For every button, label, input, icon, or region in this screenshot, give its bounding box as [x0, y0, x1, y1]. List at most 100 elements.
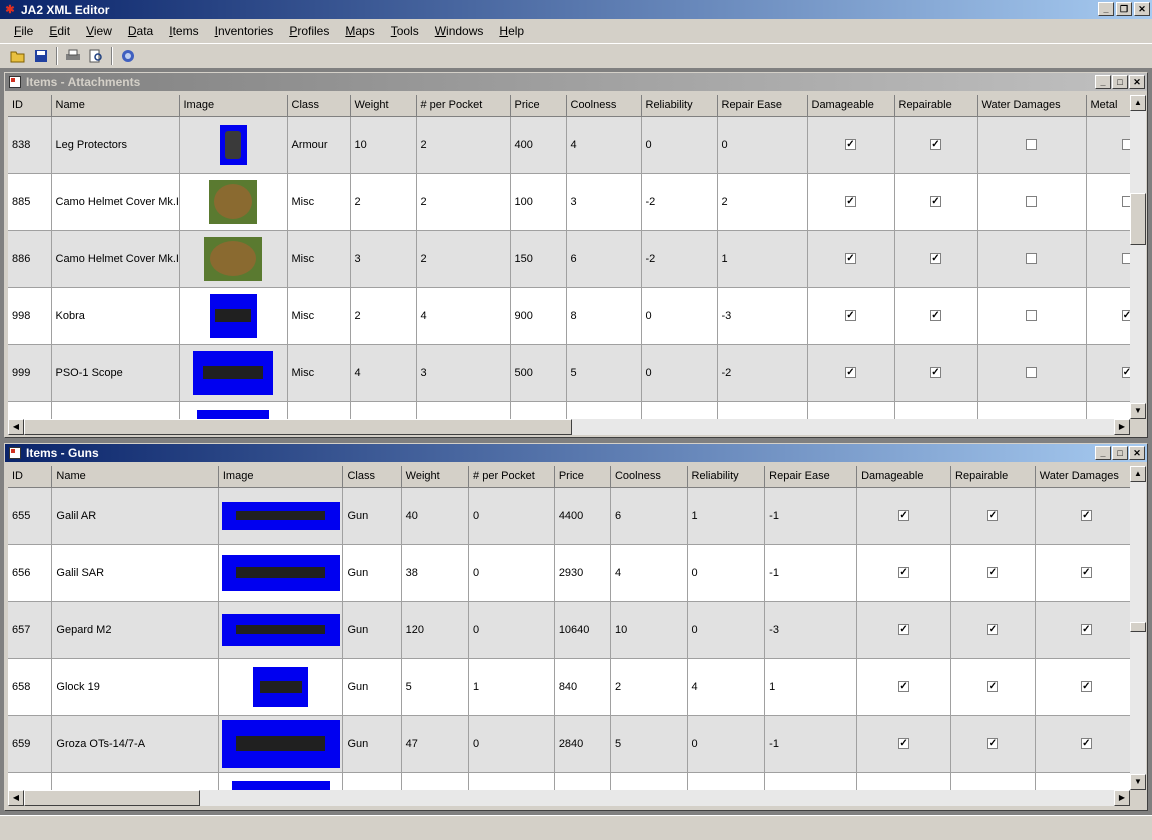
attachments-maximize-button[interactable]: □	[1112, 75, 1128, 89]
cell-class[interactable]: Misc	[287, 230, 351, 288]
column-header[interactable]: # per Pocket	[468, 466, 555, 488]
checked-checkbox[interactable]	[898, 738, 910, 750]
water-checkbox-cell[interactable]	[977, 344, 1087, 402]
empty-cell[interactable]	[218, 772, 344, 790]
cell-cool[interactable]: 5	[566, 344, 642, 402]
close-button[interactable]: ✕	[1134, 2, 1150, 16]
menu-data[interactable]: Data	[120, 24, 161, 38]
cell-id[interactable]: 999	[8, 344, 52, 402]
scroll-up-icon[interactable]: ▲	[1130, 95, 1146, 111]
dmg-checkbox-cell[interactable]	[856, 544, 952, 602]
unchecked-checkbox[interactable]	[1026, 367, 1037, 379]
dmg-checkbox-cell[interactable]	[807, 287, 895, 345]
cell-pocket[interactable]: 4	[416, 287, 511, 345]
empty-cell[interactable]	[1035, 772, 1130, 790]
save-icon[interactable]	[31, 46, 51, 66]
cell-id[interactable]: 998	[8, 287, 52, 345]
cell-price[interactable]: 10640	[554, 601, 611, 659]
scroll-right-icon[interactable]: ▶	[1114, 790, 1130, 806]
column-header[interactable]: Reliability	[687, 466, 766, 488]
unchecked-checkbox[interactable]	[1026, 139, 1037, 151]
checked-checkbox[interactable]	[898, 510, 910, 522]
cell-weight[interactable]: 47	[401, 715, 470, 773]
checked-checkbox[interactable]	[930, 367, 941, 379]
attachments-grid[interactable]: ID Name Image Class Weight # per Pocket Price C…	[8, 95, 1130, 419]
dmg-checkbox-cell[interactable]	[856, 487, 952, 545]
item-image[interactable]	[218, 658, 344, 716]
guns-maximize-button[interactable]: □	[1112, 446, 1128, 460]
empty-cell[interactable]	[8, 772, 53, 790]
guns-window-titlebar[interactable]: Items - Guns _ □ ✕	[5, 444, 1147, 462]
cell-id[interactable]: 838	[8, 116, 52, 174]
column-header[interactable]: Coolness	[566, 95, 642, 117]
cell-rep[interactable]: -2	[717, 344, 808, 402]
dmg-checkbox-cell[interactable]	[807, 173, 895, 231]
empty-cell[interactable]	[950, 772, 1036, 790]
column-header[interactable]: Image	[179, 95, 288, 117]
item-image[interactable]	[218, 601, 344, 659]
dmg-checkbox-cell[interactable]	[856, 601, 952, 659]
repair-checkbox-cell[interactable]	[894, 344, 978, 402]
metal-checkbox-cell[interactable]	[1086, 230, 1130, 288]
unchecked-checkbox[interactable]	[1026, 253, 1037, 265]
empty-cell[interactable]	[566, 401, 642, 419]
checked-checkbox[interactable]	[930, 310, 941, 322]
item-image[interactable]	[218, 715, 344, 773]
cell-id[interactable]: 656	[8, 544, 53, 602]
menu-profiles[interactable]: Profiles	[281, 24, 337, 38]
checked-checkbox[interactable]	[1080, 681, 1092, 693]
unchecked-checkbox[interactable]	[1026, 196, 1037, 208]
cell-rep[interactable]: -1	[764, 487, 858, 545]
cell-weight[interactable]: 40	[401, 487, 470, 545]
table-row[interactable]: 655 Galil AR Gun 40 0 4400 6 1 -1	[8, 487, 1130, 545]
water-checkbox-cell[interactable]	[1035, 487, 1130, 545]
scroll-down-icon[interactable]: ▼	[1130, 774, 1146, 790]
item-image[interactable]	[179, 173, 288, 231]
checked-checkbox[interactable]	[845, 196, 856, 208]
guns-grid[interactable]: ID Name Image Class Weight # per Pocket Price C…	[8, 466, 1130, 790]
scroll-left-icon[interactable]: ◀	[8, 790, 24, 806]
column-header[interactable]: ID	[8, 95, 52, 117]
cell-price[interactable]: 2930	[554, 544, 611, 602]
column-header[interactable]: Weight	[350, 95, 417, 117]
empty-cell[interactable]	[610, 772, 688, 790]
table-row-partial[interactable]	[8, 401, 1130, 419]
scroll-left-icon[interactable]: ◀	[8, 419, 24, 435]
item-image[interactable]	[179, 344, 288, 402]
empty-cell[interactable]	[287, 401, 351, 419]
column-header[interactable]: Class	[287, 95, 351, 117]
cell-name[interactable]: Leg Protectors	[51, 116, 180, 174]
scroll-right-icon[interactable]: ▶	[1114, 419, 1130, 435]
metal-checkbox-cell[interactable]	[1086, 116, 1130, 174]
table-row[interactable]: 658 Glock 19 Gun 5 1 840 2 4 1	[8, 658, 1130, 716]
cell-class[interactable]: Misc	[287, 173, 351, 231]
empty-cell[interactable]	[1086, 401, 1130, 419]
cell-rep[interactable]: -1	[764, 544, 858, 602]
cell-name[interactable]: Gepard M2	[51, 601, 219, 659]
checked-checkbox[interactable]	[987, 624, 999, 636]
menu-view[interactable]: View	[78, 24, 120, 38]
water-checkbox-cell[interactable]	[977, 230, 1087, 288]
unchecked-checkbox[interactable]	[1121, 139, 1130, 151]
empty-cell[interactable]	[179, 401, 288, 419]
empty-cell[interactable]	[717, 401, 808, 419]
checked-checkbox[interactable]	[987, 567, 999, 579]
restore-button[interactable]: ❐	[1116, 2, 1132, 16]
menu-help[interactable]: Help	[491, 24, 532, 38]
item-image[interactable]	[179, 287, 288, 345]
cell-rep[interactable]: -3	[764, 601, 858, 659]
cell-rep[interactable]: 2	[717, 173, 808, 231]
checked-checkbox[interactable]	[898, 681, 910, 693]
empty-cell[interactable]	[977, 401, 1087, 419]
cell-id[interactable]: 658	[8, 658, 53, 716]
column-header[interactable]: Price	[554, 466, 611, 488]
open-icon[interactable]	[8, 46, 28, 66]
cell-rel[interactable]: 1	[687, 487, 766, 545]
column-header[interactable]: Reliability	[641, 95, 718, 117]
cell-cool[interactable]: 4	[566, 116, 642, 174]
scroll-down-icon[interactable]: ▼	[1130, 403, 1146, 419]
unchecked-checkbox[interactable]	[1121, 196, 1130, 208]
cell-weight[interactable]: 38	[401, 544, 470, 602]
menu-items[interactable]: Items	[161, 24, 206, 38]
cell-name[interactable]: Galil SAR	[51, 544, 219, 602]
